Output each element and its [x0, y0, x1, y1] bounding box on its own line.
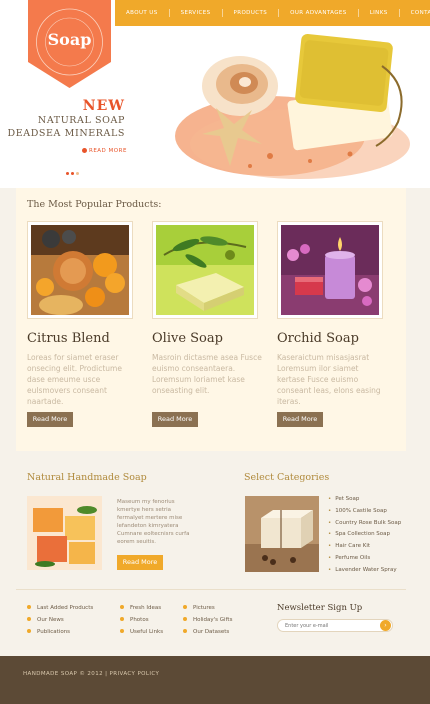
- footer-copyright: HANDMADE SOAP © 2012 | PRIVACY POLICY: [23, 671, 160, 677]
- orchid-soap-image: [281, 225, 379, 315]
- nav-item-links[interactable]: LINKS: [359, 9, 400, 17]
- product-name[interactable]: Citrus Blend: [27, 331, 133, 346]
- arrow-icon: [82, 148, 87, 153]
- footer-links-col-1: Last Added Products Our News Publication…: [27, 602, 93, 639]
- footer: HANDMADE SOAP © 2012 | PRIVACY POLICY: [0, 656, 430, 704]
- product-thumb[interactable]: [27, 221, 133, 319]
- main-nav: ABOUT US SERVICES PRODUCTS OUR ADVANTAGE…: [115, 0, 430, 26]
- product-name[interactable]: Olive Soap: [152, 331, 258, 346]
- handmade-text: Maseum my fenorius kmertye hers setria f…: [117, 499, 190, 545]
- category-item[interactable]: Lavender Water Spray: [328, 565, 401, 577]
- footer-link[interactable]: Last Added Products: [27, 602, 93, 614]
- product-description: Masroin dictasme asea Fusce euismo conse…: [152, 353, 262, 395]
- hero-read-more-label: READ MORE: [89, 148, 127, 154]
- popular-products-panel: The Most Popular Products: Citrus Blend …: [16, 188, 406, 451]
- categories-soap-image: [245, 496, 319, 572]
- nav-item-our-advantages[interactable]: OUR ADVANTAGES: [279, 9, 359, 17]
- product-card: Citrus Blend Loreas for siamet eraser on…: [27, 221, 133, 407]
- olive-soap-image: [156, 225, 254, 315]
- product-description: Loreas for siamet eraser onsecing elit. …: [27, 353, 122, 406]
- category-item[interactable]: Country Rose Bulk Soap: [328, 518, 401, 530]
- nav-item-contacts[interactable]: CONTACTS: [400, 9, 430, 17]
- product-card: Orchid Soap Kaseraictum misasjasrat Lore…: [277, 221, 383, 407]
- category-item[interactable]: Pet Soap: [328, 494, 401, 506]
- slider-dot[interactable]: [76, 172, 79, 175]
- category-item[interactable]: Hair Care Kit: [328, 541, 401, 553]
- hero-line-1: NATURAL SOAP: [37, 115, 125, 126]
- product-thumb[interactable]: [152, 221, 258, 319]
- categories-list: Pet Soap 100% Castile Soap Country Rose …: [328, 494, 401, 577]
- read-more-button[interactable]: Read More: [27, 412, 73, 427]
- arrow-right-icon: ›: [384, 622, 387, 629]
- footer-link[interactable]: Useful Links: [120, 626, 163, 638]
- category-item[interactable]: 100% Castile Soap: [328, 506, 401, 518]
- hero-soap-image: [175, 33, 410, 179]
- popular-products-title: The Most Popular Products:: [27, 199, 162, 210]
- footer-link[interactable]: Pictures: [183, 602, 232, 614]
- categories-title: Select Categories: [244, 472, 330, 483]
- product-thumb[interactable]: [277, 221, 383, 319]
- product-name[interactable]: Orchid Soap: [277, 331, 383, 346]
- footer-link[interactable]: Fresh Ideas: [120, 602, 163, 614]
- nav-item-services[interactable]: SERVICES: [170, 9, 223, 17]
- footer-links-col-3: Pictures Holiday's Gifts Our Datasets: [183, 602, 232, 639]
- hero-read-more-link[interactable]: READ MORE: [82, 148, 127, 154]
- handmade-read-more-button[interactable]: Read More: [117, 555, 163, 570]
- hero-new-label: NEW: [82, 98, 125, 114]
- footer-links-col-2: Fresh Ideas Photos Useful Links: [120, 602, 163, 639]
- slider-dot[interactable]: [66, 172, 69, 175]
- footer-link[interactable]: Our Datasets: [183, 626, 232, 638]
- handmade-title: Natural Handmade Soap: [27, 472, 147, 483]
- read-more-button[interactable]: Read More: [152, 412, 198, 427]
- category-item[interactable]: Perfume Oils: [328, 553, 401, 565]
- handmade-soap-image: [27, 496, 102, 570]
- nav-item-products[interactable]: PRODUCTS: [223, 9, 280, 17]
- category-item[interactable]: Spa Collection Soap: [328, 529, 401, 541]
- logo[interactable]: Soap: [28, 0, 111, 88]
- slider-pager[interactable]: [66, 172, 79, 175]
- hero-line-2: DEADSEA MINERALS: [7, 128, 125, 139]
- newsletter-submit-button[interactable]: ›: [380, 620, 391, 631]
- product-card: Olive Soap Masroin dictasme asea Fusce e…: [152, 221, 262, 396]
- footer-link[interactable]: Holiday's Gifts: [183, 614, 232, 626]
- read-more-button[interactable]: Read More: [277, 412, 323, 427]
- newsletter-title: Newsletter Sign Up: [277, 603, 363, 613]
- header: Soap NEW NATURAL SOAP DEADSEA MINERALS R…: [0, 0, 430, 188]
- citrus-soap-image: [31, 225, 129, 315]
- footer-link[interactable]: Photos: [120, 614, 163, 626]
- footer-link[interactable]: Publications: [27, 626, 93, 638]
- slider-dot[interactable]: [71, 172, 74, 175]
- footer-link[interactable]: Our News: [27, 614, 93, 626]
- hero-text: NEW NATURAL SOAP DEADSEA MINERALS: [7, 98, 125, 140]
- logo-text: Soap: [47, 30, 92, 49]
- product-description: Kaseraictum misasjasrat Loremsum ilor si…: [277, 353, 381, 406]
- section-divider: [16, 589, 406, 590]
- newsletter-email-input[interactable]: [277, 619, 393, 632]
- nav-item-about-us[interactable]: ABOUT US: [115, 9, 170, 17]
